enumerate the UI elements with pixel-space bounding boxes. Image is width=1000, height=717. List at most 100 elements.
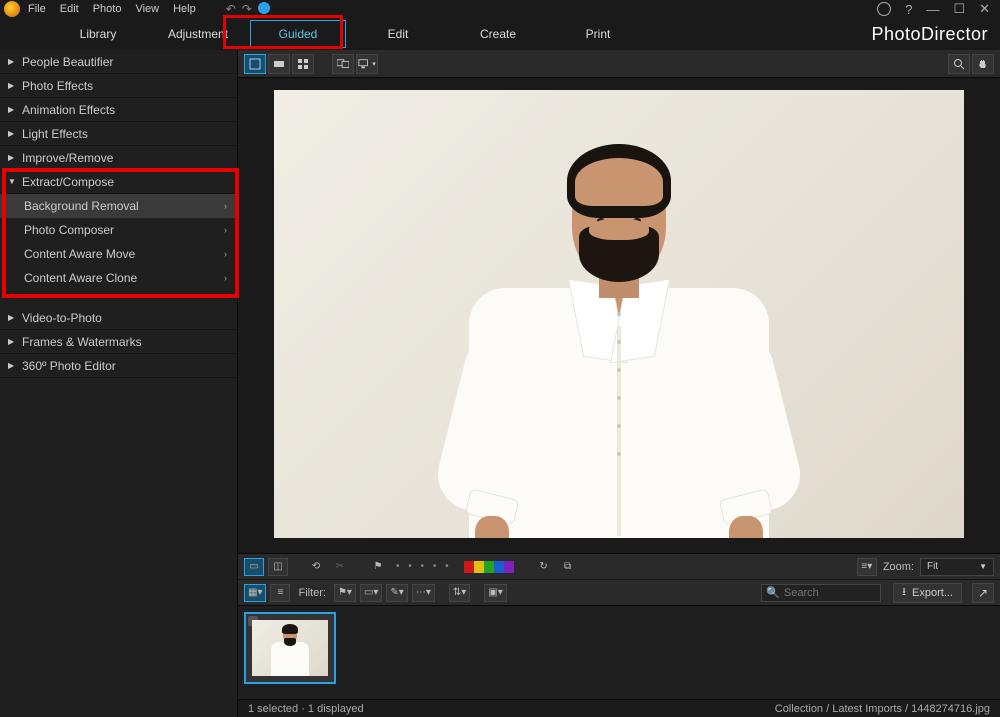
compare-mirror-button[interactable]: ⧉ bbox=[558, 558, 578, 576]
filter-label-button[interactable]: ▭▾ bbox=[360, 584, 382, 602]
content-area: ▾ bbox=[238, 50, 1000, 717]
app-logo-icon bbox=[4, 1, 20, 17]
color-swatch[interactable] bbox=[504, 561, 514, 573]
view-single-button[interactable] bbox=[244, 54, 266, 74]
chevron-right-icon: ▶ bbox=[8, 81, 16, 90]
tab-edit[interactable]: Edit bbox=[350, 20, 446, 48]
menu-photo[interactable]: Photo bbox=[93, 3, 122, 15]
sidebar-sub-label: Content Aware Clone bbox=[24, 271, 137, 285]
history-buttons: ↶ ↷ bbox=[226, 2, 270, 16]
thumb-view-button[interactable]: ▦▾ bbox=[244, 584, 266, 602]
view-mode2-button[interactable]: ◫ bbox=[268, 558, 288, 576]
sidebar-item-photo-effects[interactable]: ▶Photo Effects bbox=[0, 74, 237, 98]
color-swatch[interactable] bbox=[484, 561, 494, 573]
color-swatch[interactable] bbox=[474, 561, 484, 573]
tab-print[interactable]: Print bbox=[550, 20, 646, 48]
sidebar-item-light-effects[interactable]: ▶ Light Effects bbox=[0, 122, 237, 146]
sidebar-label: Frames & Watermarks bbox=[22, 335, 142, 349]
chevron-right-icon: ▶ bbox=[8, 361, 16, 370]
monitor-dropdown-button[interactable]: ▾ bbox=[356, 54, 378, 74]
lower-toolbar-1: ▭ ◫ ⟲ ✂ ⚑ • • • • • ↻ ⧉ ≡▾ Zoom: Fit▼ bbox=[238, 553, 1000, 579]
menu-bar: File Edit Photo View Help bbox=[28, 3, 196, 15]
highlight-guided-tab bbox=[223, 15, 343, 49]
crop-button[interactable]: ✂ bbox=[330, 558, 350, 576]
chevron-right-icon: ▶ bbox=[8, 313, 16, 322]
submenu-arrow-icon: › bbox=[224, 249, 227, 259]
share-button[interactable]: ↗ bbox=[972, 583, 994, 603]
view-grid-button[interactable] bbox=[292, 54, 314, 74]
sidebar-label: Light Effects bbox=[22, 127, 88, 141]
sidebar-item-360-editor[interactable]: ▶ 360º Photo Editor bbox=[0, 354, 237, 378]
color-swatch[interactable] bbox=[464, 561, 474, 573]
maximize-icon[interactable]: ☐ bbox=[953, 1, 965, 17]
sidebar-label: 360º Photo Editor bbox=[22, 359, 116, 373]
menu-file[interactable]: File bbox=[28, 3, 46, 15]
view-mode1-button[interactable]: ▭ bbox=[244, 558, 264, 576]
secondary-display-button[interactable] bbox=[332, 54, 354, 74]
sidebar-item-animation-effects[interactable]: ▶Animation Effects bbox=[0, 98, 237, 122]
tab-library[interactable]: Library bbox=[50, 20, 146, 48]
account-icon[interactable] bbox=[877, 2, 891, 16]
filter-label: Filter: bbox=[298, 587, 326, 599]
zoom-label: Zoom: bbox=[883, 561, 914, 573]
color-labels[interactable] bbox=[464, 561, 514, 573]
menu-help[interactable]: Help bbox=[173, 3, 196, 15]
preview-image bbox=[274, 90, 964, 538]
filter-rating-button[interactable]: ⋯▾ bbox=[412, 584, 435, 602]
color-swatch[interactable] bbox=[494, 561, 504, 573]
help-icon[interactable]: ? bbox=[905, 2, 912, 17]
export-icon: ⭳ bbox=[902, 583, 906, 602]
sidebar-item-frames-watermarks[interactable]: ▶Frames & Watermarks bbox=[0, 330, 237, 354]
stack-button[interactable]: ▣▾ bbox=[484, 584, 506, 602]
filter-flag-button[interactable]: ⚑▾ bbox=[334, 584, 356, 602]
refresh-button[interactable]: ↻ bbox=[534, 558, 554, 576]
redo-icon[interactable]: ↷ bbox=[242, 2, 252, 16]
sidebar-sub-background-removal[interactable]: Background Removal› bbox=[0, 194, 237, 218]
hand-tool-button[interactable] bbox=[972, 54, 994, 74]
submenu-arrow-icon: › bbox=[224, 225, 227, 235]
rating-dots[interactable]: • • • • • bbox=[396, 561, 452, 572]
undo-icon[interactable]: ↶ bbox=[226, 2, 236, 16]
sidebar-item-people-beautifier[interactable]: ▶ People Beautifier bbox=[0, 50, 237, 74]
sidebar-label: People Beautifier bbox=[22, 55, 113, 69]
tab-create[interactable]: Create bbox=[450, 20, 546, 48]
chevron-right-icon: ▶ bbox=[8, 105, 16, 114]
sidebar-sub-label: Photo Composer bbox=[24, 223, 114, 237]
filter-edited-button[interactable]: ✎▾ bbox=[386, 584, 407, 602]
chevron-right-icon: ▶ bbox=[8, 129, 16, 138]
sidebar-label: Improve/Remove bbox=[22, 151, 113, 165]
zoom-tool-button[interactable] bbox=[948, 54, 970, 74]
guided-sidebar: ▶ People Beautifier ▶Photo Effects ▶Anima… bbox=[0, 50, 238, 717]
search-box[interactable]: 🔍 ✕ bbox=[761, 584, 881, 602]
minimize-icon[interactable]: — bbox=[926, 2, 939, 17]
sidebar-item-video-to-photo[interactable]: ▶Video-to-Photo bbox=[0, 306, 237, 330]
filmstrip[interactable] bbox=[238, 605, 1000, 699]
thumbnail-selected[interactable] bbox=[244, 612, 336, 684]
cloud-icon[interactable] bbox=[258, 2, 270, 14]
preview-canvas[interactable] bbox=[238, 78, 1000, 553]
rotate-button[interactable]: ⟲ bbox=[306, 558, 326, 576]
sidebar-sub-content-aware-move[interactable]: Content Aware Move › bbox=[0, 242, 237, 266]
export-button[interactable]: ⭳ Export... bbox=[893, 583, 962, 603]
titlebar: File Edit Photo View Help ↶ ↷ ? — ☐ ✕ bbox=[0, 0, 1000, 18]
sidebar-sub-label: Content Aware Move bbox=[24, 247, 135, 261]
histogram-toggle-button[interactable]: ≡▾ bbox=[857, 558, 877, 576]
brand-label: PhotoDirector bbox=[871, 24, 988, 45]
sort-button[interactable]: ⇅▾ bbox=[449, 584, 470, 602]
export-label: Export... bbox=[912, 587, 953, 599]
submenu-arrow-icon: › bbox=[224, 273, 227, 283]
sidebar-item-extract-compose[interactable]: ▼Extract/Compose bbox=[0, 170, 237, 194]
zoom-select[interactable]: Fit▼ bbox=[920, 558, 994, 576]
list-view-button[interactable]: ≡ bbox=[270, 584, 290, 602]
sidebar-sub-content-aware-clone[interactable]: Content Aware Clone › bbox=[0, 266, 237, 290]
sidebar-label: Extract/Compose bbox=[22, 175, 114, 189]
sidebar-sub-label: Background Removal bbox=[24, 199, 139, 213]
sidebar-sub-photo-composer[interactable]: Photo Composer › bbox=[0, 218, 237, 242]
sidebar-item-improve-remove[interactable]: ▶Improve/Remove bbox=[0, 146, 237, 170]
flag-button[interactable]: ⚑ bbox=[368, 558, 388, 576]
chevron-right-icon: ▶ bbox=[8, 57, 16, 66]
menu-view[interactable]: View bbox=[135, 3, 159, 15]
close-icon[interactable]: ✕ bbox=[979, 1, 990, 17]
menu-edit[interactable]: Edit bbox=[60, 3, 79, 15]
view-compare-button[interactable] bbox=[268, 54, 290, 74]
